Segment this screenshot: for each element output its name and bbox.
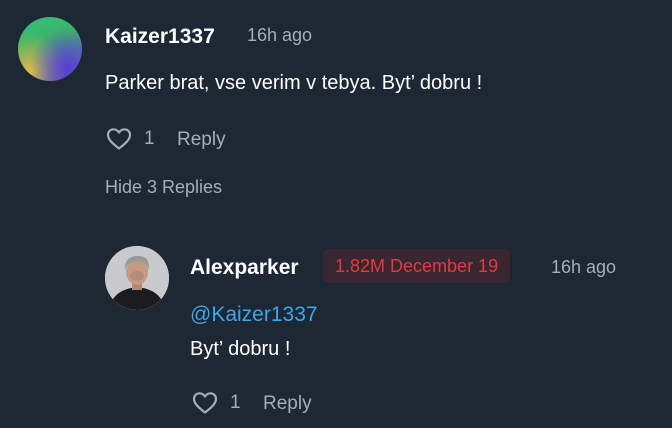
reply-text: Byt’ dobru ! bbox=[190, 338, 291, 360]
reply-like-button[interactable]: 1 bbox=[192, 391, 241, 415]
heart-icon[interactable] bbox=[192, 391, 218, 415]
like-button[interactable]: 1 bbox=[106, 127, 155, 151]
status-badge: 1.82M December 19 bbox=[323, 249, 511, 283]
hide-replies-button[interactable]: Hide 3 Replies bbox=[105, 177, 222, 198]
like-count: 1 bbox=[230, 392, 241, 413]
avatar[interactable] bbox=[18, 17, 82, 81]
avatar-photo bbox=[105, 246, 169, 310]
heart-icon[interactable] bbox=[106, 127, 132, 151]
comment-timestamp: 16h ago bbox=[247, 25, 313, 45]
mention-link[interactable]: @Kaizer1337 bbox=[190, 303, 318, 327]
reply-username[interactable]: Alexparker bbox=[190, 256, 299, 280]
comment-username[interactable]: Kaizer1337 bbox=[105, 25, 215, 49]
reply-timestamp: 16h ago bbox=[551, 257, 617, 277]
comment-text: Parker brat, vse verim v tebya. Byt’ dob… bbox=[105, 72, 483, 94]
reply-button[interactable]: Reply bbox=[263, 393, 312, 415]
reply-button[interactable]: Reply bbox=[177, 129, 226, 151]
like-count: 1 bbox=[144, 128, 155, 149]
reply-avatar[interactable] bbox=[105, 246, 169, 310]
